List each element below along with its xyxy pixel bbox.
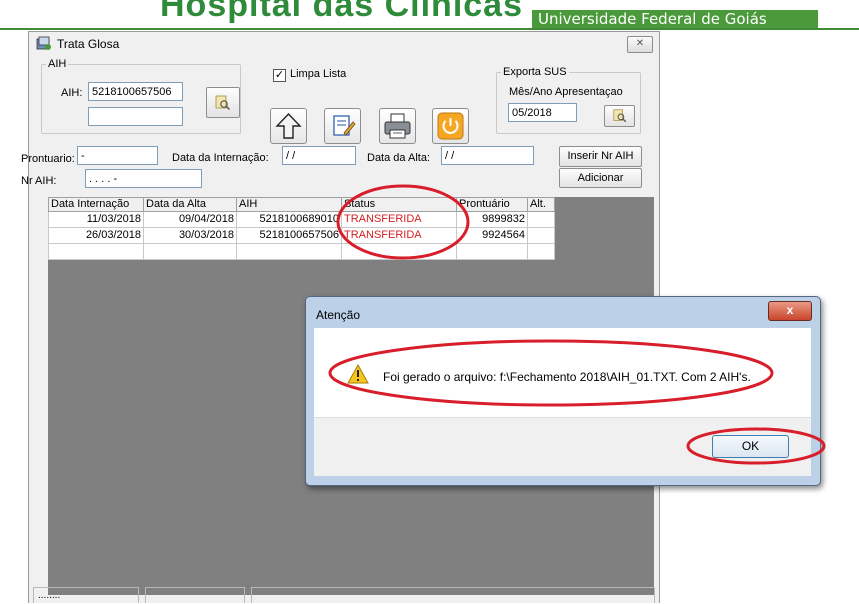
aih-label: AIH: [61, 87, 83, 99]
prontuario-label: Prontuario: [21, 153, 75, 165]
cell-prontuario[interactable]: 9899832 [456, 211, 528, 228]
exporta-sus-legend: Exporta SUS [503, 66, 567, 78]
inserir-nr-aih-button[interactable]: Inserir Nr AIH [559, 146, 642, 167]
move-up-button[interactable] [270, 108, 307, 144]
exit-button[interactable] [432, 108, 469, 144]
col-aih[interactable]: AIH [236, 197, 342, 212]
printer-icon [380, 113, 415, 146]
empty-cell[interactable] [48, 243, 144, 260]
col-prontuario[interactable]: Prontuário [456, 197, 528, 212]
edit-button[interactable] [324, 108, 361, 144]
dialog-footer: OK [314, 417, 811, 476]
adicionar-button[interactable]: Adicionar [559, 168, 642, 188]
limpa-lista-label: Limpa Lista [290, 68, 347, 80]
window-close-button[interactable]: ✕ [627, 36, 653, 53]
table-row-empty[interactable] [48, 243, 555, 260]
hospital-banner: Hospital das Clínicas Universidade Feder… [0, 0, 859, 30]
data-internacao-label: Data da Internação: [172, 152, 269, 164]
data-alta-input[interactable]: / / [441, 146, 534, 165]
table-row[interactable]: 26/03/2018 30/03/2018 5218100657506 TRAN… [48, 227, 555, 244]
empty-cell[interactable] [236, 243, 342, 260]
col-alt[interactable]: Alt. [527, 197, 555, 212]
aih-group-legend: AIH [48, 58, 67, 70]
status-panel-1: ........ [33, 587, 139, 603]
power-icon [433, 112, 468, 146]
status-panel-2 [145, 587, 245, 603]
aih-search-button[interactable] [206, 87, 240, 118]
mes-ano-label: Mês/Ano Apresentaçao [509, 86, 623, 98]
ok-button[interactable]: OK [712, 435, 789, 458]
cell-alt[interactable] [527, 227, 555, 244]
mes-ano-input[interactable]: 05/2018 [508, 103, 577, 122]
close-icon: x [786, 303, 794, 317]
aih-input[interactable]: 5218100657506 [88, 82, 183, 101]
table-row[interactable]: 11/03/2018 09/04/2018 5218100689010 TRAN… [48, 211, 555, 228]
print-button[interactable] [379, 108, 416, 144]
cell-aih[interactable]: 5218100689010 [236, 211, 342, 228]
cell-prontuario[interactable]: 9924564 [456, 227, 528, 244]
empty-cell[interactable] [456, 243, 528, 260]
banner-subtitle: Universidade Federal de Goiás [532, 10, 818, 28]
col-data-alta[interactable]: Data da Alta [143, 197, 237, 212]
nr-aih-label: Nr AIH: [21, 175, 57, 187]
table-header-row: Data Internação Data da Alta AIH Status … [48, 197, 555, 212]
aih-secondary-input[interactable] [88, 107, 183, 126]
empty-cell[interactable] [527, 243, 555, 260]
nr-aih-input[interactable]: . . . . - [85, 169, 202, 188]
arrow-up-icon [271, 112, 306, 146]
aih-table: Data Internação Data da Alta AIH Status … [48, 197, 555, 260]
col-data-internacao[interactable]: Data Internação [48, 197, 144, 212]
data-alta-label: Data da Alta: [367, 152, 430, 164]
cell-data-alta[interactable]: 30/03/2018 [143, 227, 237, 244]
app-icon [36, 36, 52, 51]
empty-cell[interactable] [143, 243, 237, 260]
warning-icon [347, 363, 369, 387]
cell-data-alta[interactable]: 09/04/2018 [143, 211, 237, 228]
dialog-close-button[interactable]: x [768, 301, 812, 321]
prontuario-input[interactable]: - [77, 146, 158, 165]
window-title: Trata Glosa [57, 37, 120, 51]
limpa-lista-checkbox[interactable]: ✓ [273, 69, 286, 82]
window-titlebar[interactable]: Trata Glosa ✕ [29, 32, 659, 56]
exporta-search-button[interactable] [604, 105, 635, 127]
cell-data-internacao[interactable]: 26/03/2018 [48, 227, 144, 244]
close-icon: ✕ [635, 38, 645, 49]
data-internacao-input[interactable]: / / [282, 146, 356, 165]
dialog-message: Foi gerado o arquivo: f:\Fechamento 2018… [383, 370, 751, 384]
search-icon [612, 109, 628, 127]
dialog-title: Atenção [316, 308, 361, 322]
status-panel-3 [251, 587, 655, 603]
banner-divider [0, 28, 859, 30]
search-icon [214, 95, 232, 115]
dialog-body: Foi gerado o arquivo: f:\Fechamento 2018… [314, 328, 811, 417]
edit-icon [325, 115, 360, 146]
banner-title: Hospital das Clínicas [160, 0, 523, 24]
empty-cell[interactable] [341, 243, 457, 260]
cell-data-internacao[interactable]: 11/03/2018 [48, 211, 144, 228]
cell-status[interactable]: TRANSFERIDA [341, 227, 457, 244]
col-status[interactable]: Status [341, 197, 457, 212]
cell-alt[interactable] [527, 211, 555, 228]
alert-dialog: Atenção x Foi gerado o arquivo: f:\Fecha… [305, 296, 821, 486]
cell-aih[interactable]: 5218100657506 [236, 227, 342, 244]
cell-status[interactable]: TRANSFERIDA [341, 211, 457, 228]
